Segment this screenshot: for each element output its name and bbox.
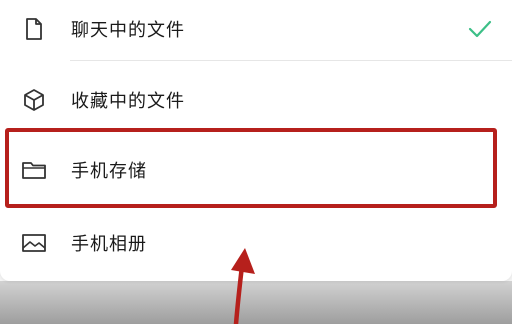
menu-item-favorite-files[interactable]: 收藏中的文件 bbox=[0, 71, 512, 129]
menu-item-label: 收藏中的文件 bbox=[71, 91, 185, 112]
dimmed-backdrop bbox=[0, 281, 512, 324]
image-icon bbox=[20, 229, 48, 257]
check-icon bbox=[466, 15, 494, 43]
divider bbox=[70, 60, 512, 61]
highlight-box bbox=[5, 128, 497, 208]
menu-item-phone-album[interactable]: 手机相册 bbox=[0, 214, 512, 272]
menu-item-label: 聊天中的文件 bbox=[71, 20, 185, 41]
menu-item-label: 手机相册 bbox=[71, 234, 147, 255]
cube-icon bbox=[20, 86, 48, 114]
menu-item-chat-files[interactable]: 聊天中的文件 bbox=[0, 0, 512, 58]
document-icon bbox=[20, 15, 48, 43]
